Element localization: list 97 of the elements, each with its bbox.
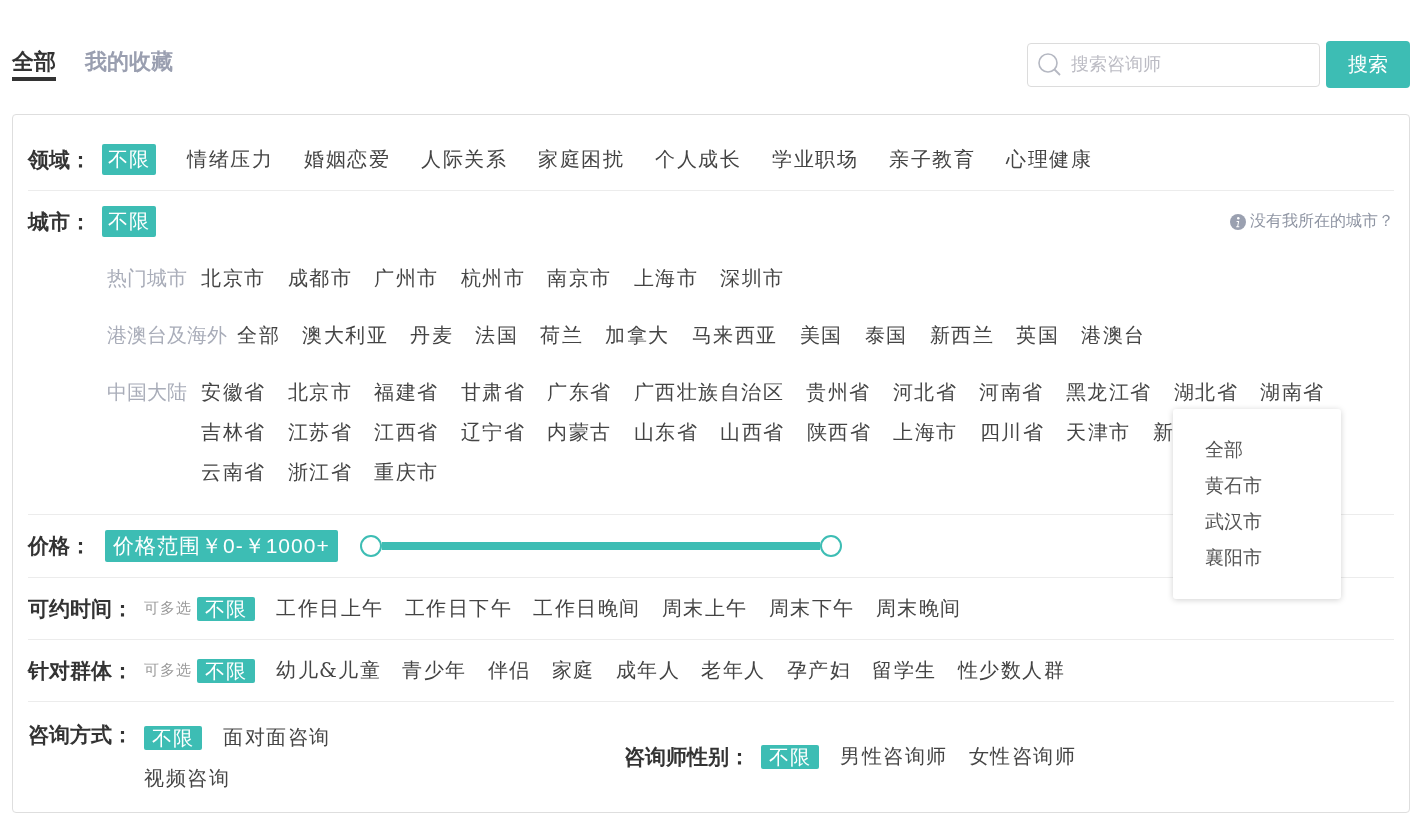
city-option[interactable]: 美国 <box>799 321 843 349</box>
city-option[interactable]: 甘肃省 <box>460 378 525 406</box>
city-option[interactable]: 全部 <box>237 321 280 349</box>
filter-label: 咨询方式： <box>28 721 133 749</box>
filter-option[interactable]: 工作日晚间 <box>533 593 641 624</box>
dropdown-item[interactable]: 黄石市 <box>1205 467 1262 503</box>
city-option[interactable]: 陕西省 <box>806 418 871 446</box>
city-option[interactable]: 广东省 <box>547 378 612 406</box>
city-option[interactable]: 福建省 <box>374 378 439 406</box>
filter-option[interactable]: 性少数人群 <box>957 655 1066 686</box>
filter-label: 可约时间： <box>28 594 133 623</box>
city-option[interactable]: 重庆市 <box>374 458 439 486</box>
filter-option[interactable]: 情绪压力 <box>187 144 273 175</box>
filter-label: 针对群体： <box>28 656 133 685</box>
filter-option[interactable]: 老年人 <box>701 655 766 686</box>
city-option[interactable]: 北京市 <box>287 378 352 406</box>
city-option[interactable]: 辽宁省 <box>460 418 525 446</box>
city-option[interactable]: 北京市 <box>201 264 266 292</box>
filter-option[interactable]: 学业职场 <box>772 144 858 175</box>
filter-option[interactable]: 留学生 <box>872 655 937 686</box>
dropdown-item[interactable]: 襄阳市 <box>1205 539 1262 575</box>
city-option[interactable]: 黑龙江省 <box>1065 378 1152 406</box>
filter-option[interactable]: 人际关系 <box>421 144 507 175</box>
filter-option[interactable]: 周末下午 <box>768 593 855 624</box>
filter-option[interactable]: 伴侣 <box>487 655 531 686</box>
dropdown-item[interactable]: 全部 <box>1205 431 1243 467</box>
filter-option[interactable]: 孕产妇 <box>786 655 852 686</box>
city-option[interactable]: 山西省 <box>720 418 785 446</box>
filter-option[interactable]: 幼儿&儿童 <box>276 655 382 686</box>
city-option[interactable]: 云南省 <box>201 458 266 486</box>
city-option[interactable]: 泰国 <box>864 321 908 349</box>
city-option[interactable]: 上海市 <box>893 418 958 446</box>
city-option[interactable]: 湖北省 <box>1173 378 1238 406</box>
info-icon <box>1230 213 1246 230</box>
slider-handle[interactable] <box>359 535 382 557</box>
filter-option[interactable]: 青少年 <box>402 655 467 686</box>
city-option[interactable]: 内蒙古 <box>547 418 612 446</box>
city-option[interactable]: 浙江省 <box>287 458 352 486</box>
city-option[interactable]: 上海市 <box>633 264 698 292</box>
filter-option[interactable]: 心理健康 <box>1006 144 1092 175</box>
filter-option[interactable]: 成年人 <box>615 655 681 686</box>
filter-label: 价格： <box>28 532 91 560</box>
filter-hint: 可多选 <box>144 661 192 680</box>
filter-option[interactable]: 工作日下午 <box>404 593 512 624</box>
filter-option[interactable]: 男性咨询师 <box>840 741 948 772</box>
city-option[interactable]: 马来西亚 <box>691 321 778 349</box>
city-option[interactable]: 荷兰 <box>540 321 583 349</box>
city-option[interactable]: 成都市 <box>287 264 352 292</box>
city-group-label: 中国大陆 <box>107 380 188 405</box>
filter-label: 城市： <box>28 207 91 236</box>
city-option[interactable]: 河南省 <box>979 378 1044 406</box>
dropdown-item[interactable]: 武汉市 <box>1205 503 1262 539</box>
filter-option[interactable]: 面对面咨询 <box>223 722 331 753</box>
city-option[interactable]: 山东省 <box>633 418 698 446</box>
filter-option[interactable]: 视频咨询 <box>144 763 230 794</box>
city-option[interactable]: 港澳台 <box>1081 321 1146 349</box>
filter-label: 领域： <box>28 145 91 174</box>
city-option[interactable]: 丹麦 <box>410 321 453 349</box>
slider-track[interactable] <box>381 542 820 550</box>
filter-hint: 可多选 <box>144 599 192 618</box>
search-icon <box>1038 52 1061 76</box>
city-option[interactable]: 广西壮族自治区 <box>633 378 784 406</box>
city-option[interactable]: 广州市 <box>374 264 439 292</box>
price-range-label: 价格范围￥0-￥1000+ <box>105 530 338 562</box>
city-option[interactable]: 河北省 <box>892 378 957 406</box>
filter-label: 咨询师性别： <box>624 742 750 771</box>
city-option[interactable]: 南京市 <box>547 264 612 292</box>
filter-option[interactable]: 家庭困扰 <box>538 144 624 175</box>
slider-handle[interactable] <box>819 535 842 557</box>
city-group-label: 港澳台及海外 <box>107 323 227 348</box>
city-option[interactable]: 法国 <box>475 321 518 349</box>
city-option[interactable]: 贵州省 <box>806 378 871 406</box>
city-option[interactable]: 澳大利亚 <box>302 321 388 349</box>
city-option[interactable]: 深圳市 <box>720 264 785 292</box>
city-option[interactable]: 杭州市 <box>460 264 525 292</box>
city-group-label: 热门城市 <box>107 266 188 291</box>
city-option[interactable]: 江西省 <box>374 418 439 446</box>
city-option[interactable]: 新西兰 <box>929 321 994 349</box>
city-option[interactable]: 四川省 <box>979 418 1044 446</box>
city-option[interactable]: 江苏省 <box>287 418 352 446</box>
city-option[interactable]: 湖南省 <box>1260 378 1325 406</box>
city-option[interactable]: 天津市 <box>1066 418 1131 446</box>
tab[interactable]: 全部 <box>12 47 56 81</box>
city-option[interactable]: 加拿大 <box>605 321 670 349</box>
filter-option[interactable]: 家庭 <box>551 655 595 686</box>
filter-option[interactable]: 工作日上午 <box>276 593 384 624</box>
filter-option[interactable]: 周末上午 <box>661 593 748 624</box>
filter-option[interactable]: 女性咨询师 <box>968 741 1076 772</box>
filter-option[interactable]: 个人成长 <box>655 144 741 175</box>
city-option[interactable]: 新 <box>1152 418 1174 446</box>
city-option[interactable]: 英国 <box>1016 321 1059 349</box>
filter-option[interactable]: 周末晚间 <box>875 593 962 624</box>
city-option[interactable]: 安徽省 <box>201 378 266 406</box>
filter-option[interactable]: 亲子教育 <box>889 144 975 175</box>
city-option[interactable]: 吉林省 <box>201 418 266 446</box>
search-field[interactable]: 搜索咨询师 <box>1027 42 1320 87</box>
filter-option[interactable]: 婚姻恋爱 <box>304 144 390 175</box>
